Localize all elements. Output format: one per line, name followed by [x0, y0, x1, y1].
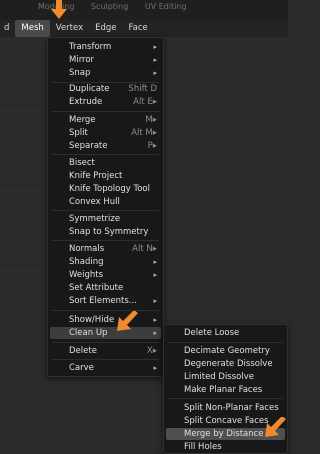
- menu-item-separate[interactable]: Separate P▸: [50, 140, 161, 152]
- menu-item-snap[interactable]: Snap ▸: [50, 67, 161, 79]
- submenu-item-delete-loose[interactable]: Delete Loose: [166, 327, 285, 339]
- grid-line: [0, 270, 40, 271]
- menu-separator: [52, 359, 159, 360]
- workspace-tabs-bar: Modeling Sculpting UV Editing: [0, 0, 288, 20]
- menu-item-carve[interactable]: Carve ▸: [50, 362, 161, 374]
- submenu-item-decimate-geometry[interactable]: Decimate Geometry: [166, 345, 285, 357]
- menu-item-extrude[interactable]: Extrude Alt E▸: [50, 96, 161, 108]
- edge-menu-button[interactable]: Edge: [89, 20, 122, 37]
- menu-item-transform[interactable]: Transform ▸: [50, 41, 161, 53]
- grid-line: [0, 110, 40, 111]
- menu-item-knife-topology-tool[interactable]: Knife Topology Tool: [50, 183, 161, 195]
- menu-separator: [52, 240, 159, 241]
- tab-uv-editing[interactable]: UV Editing: [145, 2, 187, 11]
- mesh-menu: Transform ▸ Mirror ▸ Snap ▸ Duplicate Shift …: [47, 37, 164, 377]
- menu-item-show-hide[interactable]: Show/Hide ▸: [50, 314, 161, 326]
- submenu-item-split-non-planar-faces[interactable]: Split Non-Planar Faces: [166, 402, 285, 414]
- menu-separator: [52, 210, 159, 211]
- menu-separator: [52, 111, 159, 112]
- menu-item-convex-hull[interactable]: Convex Hull: [50, 196, 161, 208]
- header-item-partial[interactable]: d: [0, 20, 15, 37]
- menu-item-knife-project[interactable]: Knife Project: [50, 170, 161, 182]
- menu-item-mirror[interactable]: Mirror ▸: [50, 54, 161, 66]
- annotation-arrow-icon: [265, 417, 286, 437]
- annotation-arrow-icon: [117, 311, 138, 331]
- tab-sculpting[interactable]: Sculpting: [91, 2, 128, 11]
- submenu-item-limited-dissolve[interactable]: Limited Dissolve: [166, 371, 285, 383]
- menu-item-set-attribute[interactable]: Set Attribute: [50, 282, 161, 294]
- menu-item-split[interactable]: Split Alt M▸: [50, 127, 161, 139]
- vertex-menu-button[interactable]: Vertex: [50, 20, 89, 37]
- annotation-arrow-icon: [51, 0, 67, 19]
- menu-item-bisect[interactable]: Bisect: [50, 157, 161, 169]
- submenu-item-degenerate-dissolve[interactable]: Degenerate Dissolve: [166, 358, 285, 370]
- editor-header: d Mesh Vertex Edge Face: [0, 20, 288, 37]
- menu-item-sort-elements[interactable]: Sort Elements... ▸: [50, 295, 161, 307]
- menu-item-duplicate[interactable]: Duplicate Shift D: [50, 83, 161, 95]
- menu-item-delete[interactable]: Delete X▸: [50, 345, 161, 357]
- menu-item-clean-up[interactable]: Clean Up ▸: [50, 327, 161, 339]
- submenu-item-fill-holes[interactable]: Fill Holes: [166, 441, 285, 453]
- mesh-menu-button[interactable]: Mesh: [15, 20, 50, 37]
- menu-separator: [52, 154, 159, 155]
- menu-item-merge[interactable]: Merge M▸: [50, 114, 161, 126]
- submenu-item-make-planar-faces[interactable]: Make Planar Faces: [166, 384, 285, 396]
- face-menu-button[interactable]: Face: [123, 20, 154, 37]
- menu-item-snap-to-symmetry[interactable]: Snap to Symmetry: [50, 226, 161, 238]
- menu-item-weights[interactable]: Weights ▸: [50, 269, 161, 281]
- menu-separator: [168, 342, 283, 343]
- menu-item-normals[interactable]: Normals Alt N▸: [50, 243, 161, 255]
- menu-separator: [168, 398, 283, 399]
- menu-item-symmetrize[interactable]: Symmetrize: [50, 213, 161, 225]
- menu-separator: [52, 310, 159, 311]
- menu-separator: [52, 342, 159, 343]
- grid-line: [0, 190, 40, 191]
- menu-item-shading[interactable]: Shading ▸: [50, 256, 161, 268]
